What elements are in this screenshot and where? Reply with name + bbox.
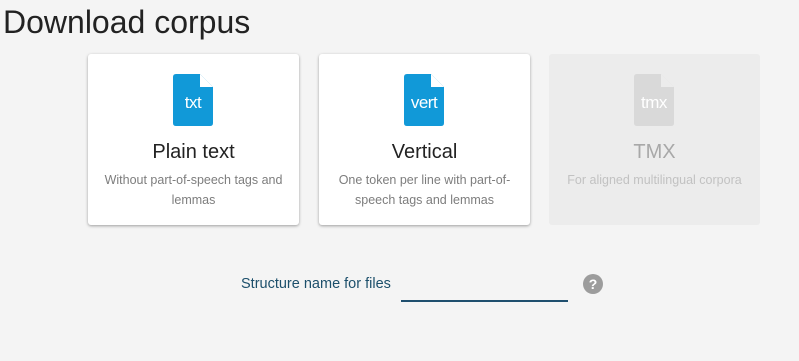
file-extension-label: tmx <box>641 93 667 112</box>
structure-name-input[interactable] <box>401 272 568 302</box>
page-title: Download corpus <box>3 4 251 40</box>
card-description: Without part-of-speech tags and lemmas <box>104 173 283 207</box>
file-extension-label: txt <box>184 93 202 112</box>
format-card-vertical[interactable]: vert Vertical One token per line with pa… <box>319 54 530 225</box>
file-extension-label: vert <box>410 93 438 112</box>
card-title: TMX <box>633 141 676 163</box>
structure-name-label: Structure name for files <box>241 276 391 292</box>
format-card-tmx: tmx TMX For aligned multilingual corpora <box>549 54 760 225</box>
card-description: For aligned multilingual corpora <box>567 173 742 187</box>
format-card-plain-text[interactable]: txt Plain text Without part-of-speech ta… <box>88 54 299 225</box>
card-title: Vertical <box>391 141 458 163</box>
card-description: One token per line with part-of-speech t… <box>338 173 511 207</box>
file-txt-icon: txt <box>173 74 213 126</box>
card-title: Plain text <box>152 141 235 163</box>
file-tmx-icon: tmx <box>634 74 674 126</box>
question-mark-icon[interactable]: ? <box>583 274 603 294</box>
file-vert-icon: vert <box>404 74 444 126</box>
